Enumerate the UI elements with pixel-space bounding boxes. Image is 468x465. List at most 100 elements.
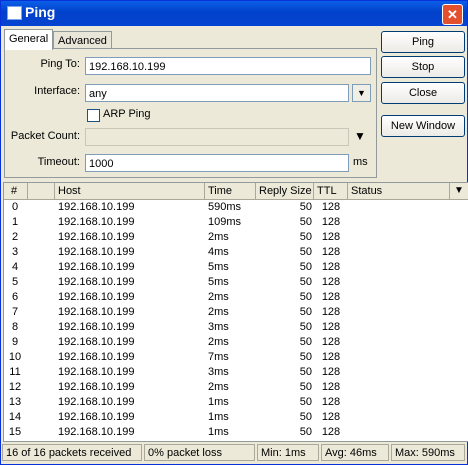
general-panel: Ping To: 192.168.10.199 Interface: any ▼…: [4, 48, 377, 178]
title-bar[interactable]: Ping ✕: [1, 1, 467, 26]
cell-ttl: 128: [321, 201, 341, 213]
cell-ttl: 128: [321, 231, 341, 243]
cell-time: 4ms: [208, 246, 229, 258]
cell-ttl: 128: [321, 261, 341, 273]
column-time[interactable]: Time: [205, 183, 256, 199]
column-reply-size[interactable]: Reply Size: [256, 183, 314, 199]
table-row[interactable]: 6 192.168.10.199 2ms 50 128: [4, 291, 468, 304]
column-menu-icon[interactable]: ▼: [450, 183, 468, 199]
table-row[interactable]: 14 192.168.10.199 1ms 50 128: [4, 411, 468, 424]
cell-ttl: 128: [321, 366, 341, 378]
table-row[interactable]: 12 192.168.10.199 2ms 50 128: [4, 381, 468, 394]
table-row[interactable]: 13 192.168.10.199 1ms 50 128: [4, 396, 468, 409]
cell-n: 3: [11, 246, 19, 258]
new-window-button[interactable]: New Window: [381, 115, 465, 137]
table-row[interactable]: 15 192.168.10.199 1ms 50 128: [4, 426, 468, 439]
cell-time: 109ms: [208, 216, 242, 228]
cell-time: 5ms: [208, 276, 229, 288]
interface-label: Interface:: [34, 85, 80, 97]
ping-results-table: # Host Time Reply Size TTL Status ▼ 0 192…: [3, 182, 468, 442]
cell-size: 50: [299, 216, 312, 228]
column-status[interactable]: Status: [348, 183, 450, 199]
cell-ttl: 128: [321, 276, 341, 288]
cell-ttl: 128: [321, 426, 341, 438]
cell-time: 590ms: [208, 201, 242, 213]
cell-n: 11: [9, 366, 21, 378]
cell-size: 50: [299, 366, 312, 378]
cell-n: 13: [8, 396, 22, 408]
cell-n: 0: [11, 201, 19, 213]
cell-host: 192.168.10.199: [58, 306, 135, 318]
arp-ping-checkbox[interactable]: [87, 109, 100, 122]
cell-host: 192.168.10.199: [58, 411, 135, 423]
cell-time: 2ms: [208, 231, 229, 243]
cell-time: 2ms: [208, 306, 229, 318]
cell-n: 14: [8, 411, 22, 423]
close-button[interactable]: Close: [381, 82, 465, 104]
cell-n: 6: [11, 291, 19, 303]
cell-time: 3ms: [208, 366, 229, 378]
cell-size: 50: [299, 246, 312, 258]
cell-n: 4: [11, 261, 19, 273]
interface-select[interactable]: any: [85, 84, 349, 102]
ping-button[interactable]: Ping: [381, 31, 465, 53]
cell-ttl: 128: [321, 216, 341, 228]
cell-host: 192.168.10.199: [58, 261, 135, 273]
cell-size: 50: [299, 306, 312, 318]
close-icon[interactable]: ✕: [442, 4, 463, 25]
avg-time: Avg: 46ms: [321, 444, 389, 461]
cell-n: 12: [8, 381, 22, 393]
cell-ttl: 128: [321, 321, 341, 333]
cell-size: 50: [299, 201, 312, 213]
table-row[interactable]: 11 192.168.10.199 3ms 50 128: [4, 366, 468, 379]
table-header: # Host Time Reply Size TTL Status ▼: [4, 183, 468, 200]
cell-time: 2ms: [208, 381, 229, 393]
cell-time: 3ms: [208, 321, 229, 333]
cell-time: 2ms: [208, 336, 229, 348]
table-row[interactable]: 9 192.168.10.199 2ms 50 128: [4, 336, 468, 349]
packets-received: 16 of 16 packets received: [2, 444, 142, 461]
table-row[interactable]: 4 192.168.10.199 5ms 50 128: [4, 261, 468, 274]
cell-size: 50: [299, 276, 312, 288]
cell-size: 50: [299, 426, 312, 438]
table-row[interactable]: 8 192.168.10.199 3ms 50 128: [4, 321, 468, 334]
table-row[interactable]: 3 192.168.10.199 4ms 50 128: [4, 246, 468, 259]
max-time: Max: 590ms: [391, 444, 465, 461]
cell-n: 1: [11, 216, 19, 228]
tab-general[interactable]: General: [4, 29, 54, 50]
cell-host: 192.168.10.199: [58, 351, 135, 363]
table-row[interactable]: 1 192.168.10.199 109ms 50 128: [4, 216, 468, 229]
stop-button[interactable]: Stop: [381, 56, 465, 78]
packet-count-dropdown-icon[interactable]: ▼: [354, 129, 366, 143]
cell-size: 50: [299, 336, 312, 348]
table-row[interactable]: 0 192.168.10.199 590ms 50 128: [4, 201, 468, 214]
ping-to-label: Ping To:: [40, 58, 80, 70]
cell-host: 192.168.10.199: [58, 321, 135, 333]
table-row[interactable]: 2 192.168.10.199 2ms 50 128: [4, 231, 468, 244]
column-blank[interactable]: [28, 183, 55, 199]
cell-size: 50: [299, 381, 312, 393]
timeout-unit: ms: [353, 156, 368, 168]
timeout-input[interactable]: 1000: [85, 154, 349, 172]
window-icon: [7, 6, 22, 20]
packet-count-label: Packet Count:: [10, 130, 80, 142]
cell-host: 192.168.10.199: [58, 231, 135, 243]
ping-to-input[interactable]: 192.168.10.199: [85, 57, 371, 75]
table-row[interactable]: 10 192.168.10.199 7ms 50 128: [4, 351, 468, 364]
min-time: Min: 1ms: [257, 444, 319, 461]
cell-time: 2ms: [208, 291, 229, 303]
dropdown-arrow-icon[interactable]: ▼: [352, 84, 371, 102]
column-number[interactable]: #: [4, 183, 28, 199]
cell-ttl: 128: [321, 291, 341, 303]
column-host[interactable]: Host: [55, 183, 205, 199]
table-row[interactable]: 5 192.168.10.199 5ms 50 128: [4, 276, 468, 289]
column-ttl[interactable]: TTL: [314, 183, 348, 199]
timeout-label: Timeout:: [37, 156, 80, 168]
cell-size: 50: [299, 231, 312, 243]
cell-ttl: 128: [321, 336, 341, 348]
packet-count-input[interactable]: [85, 128, 349, 146]
cell-time: 5ms: [208, 261, 229, 273]
cell-ttl: 128: [321, 411, 341, 423]
table-row[interactable]: 7 192.168.10.199 2ms 50 128: [4, 306, 468, 319]
window-title: Ping: [25, 4, 56, 20]
